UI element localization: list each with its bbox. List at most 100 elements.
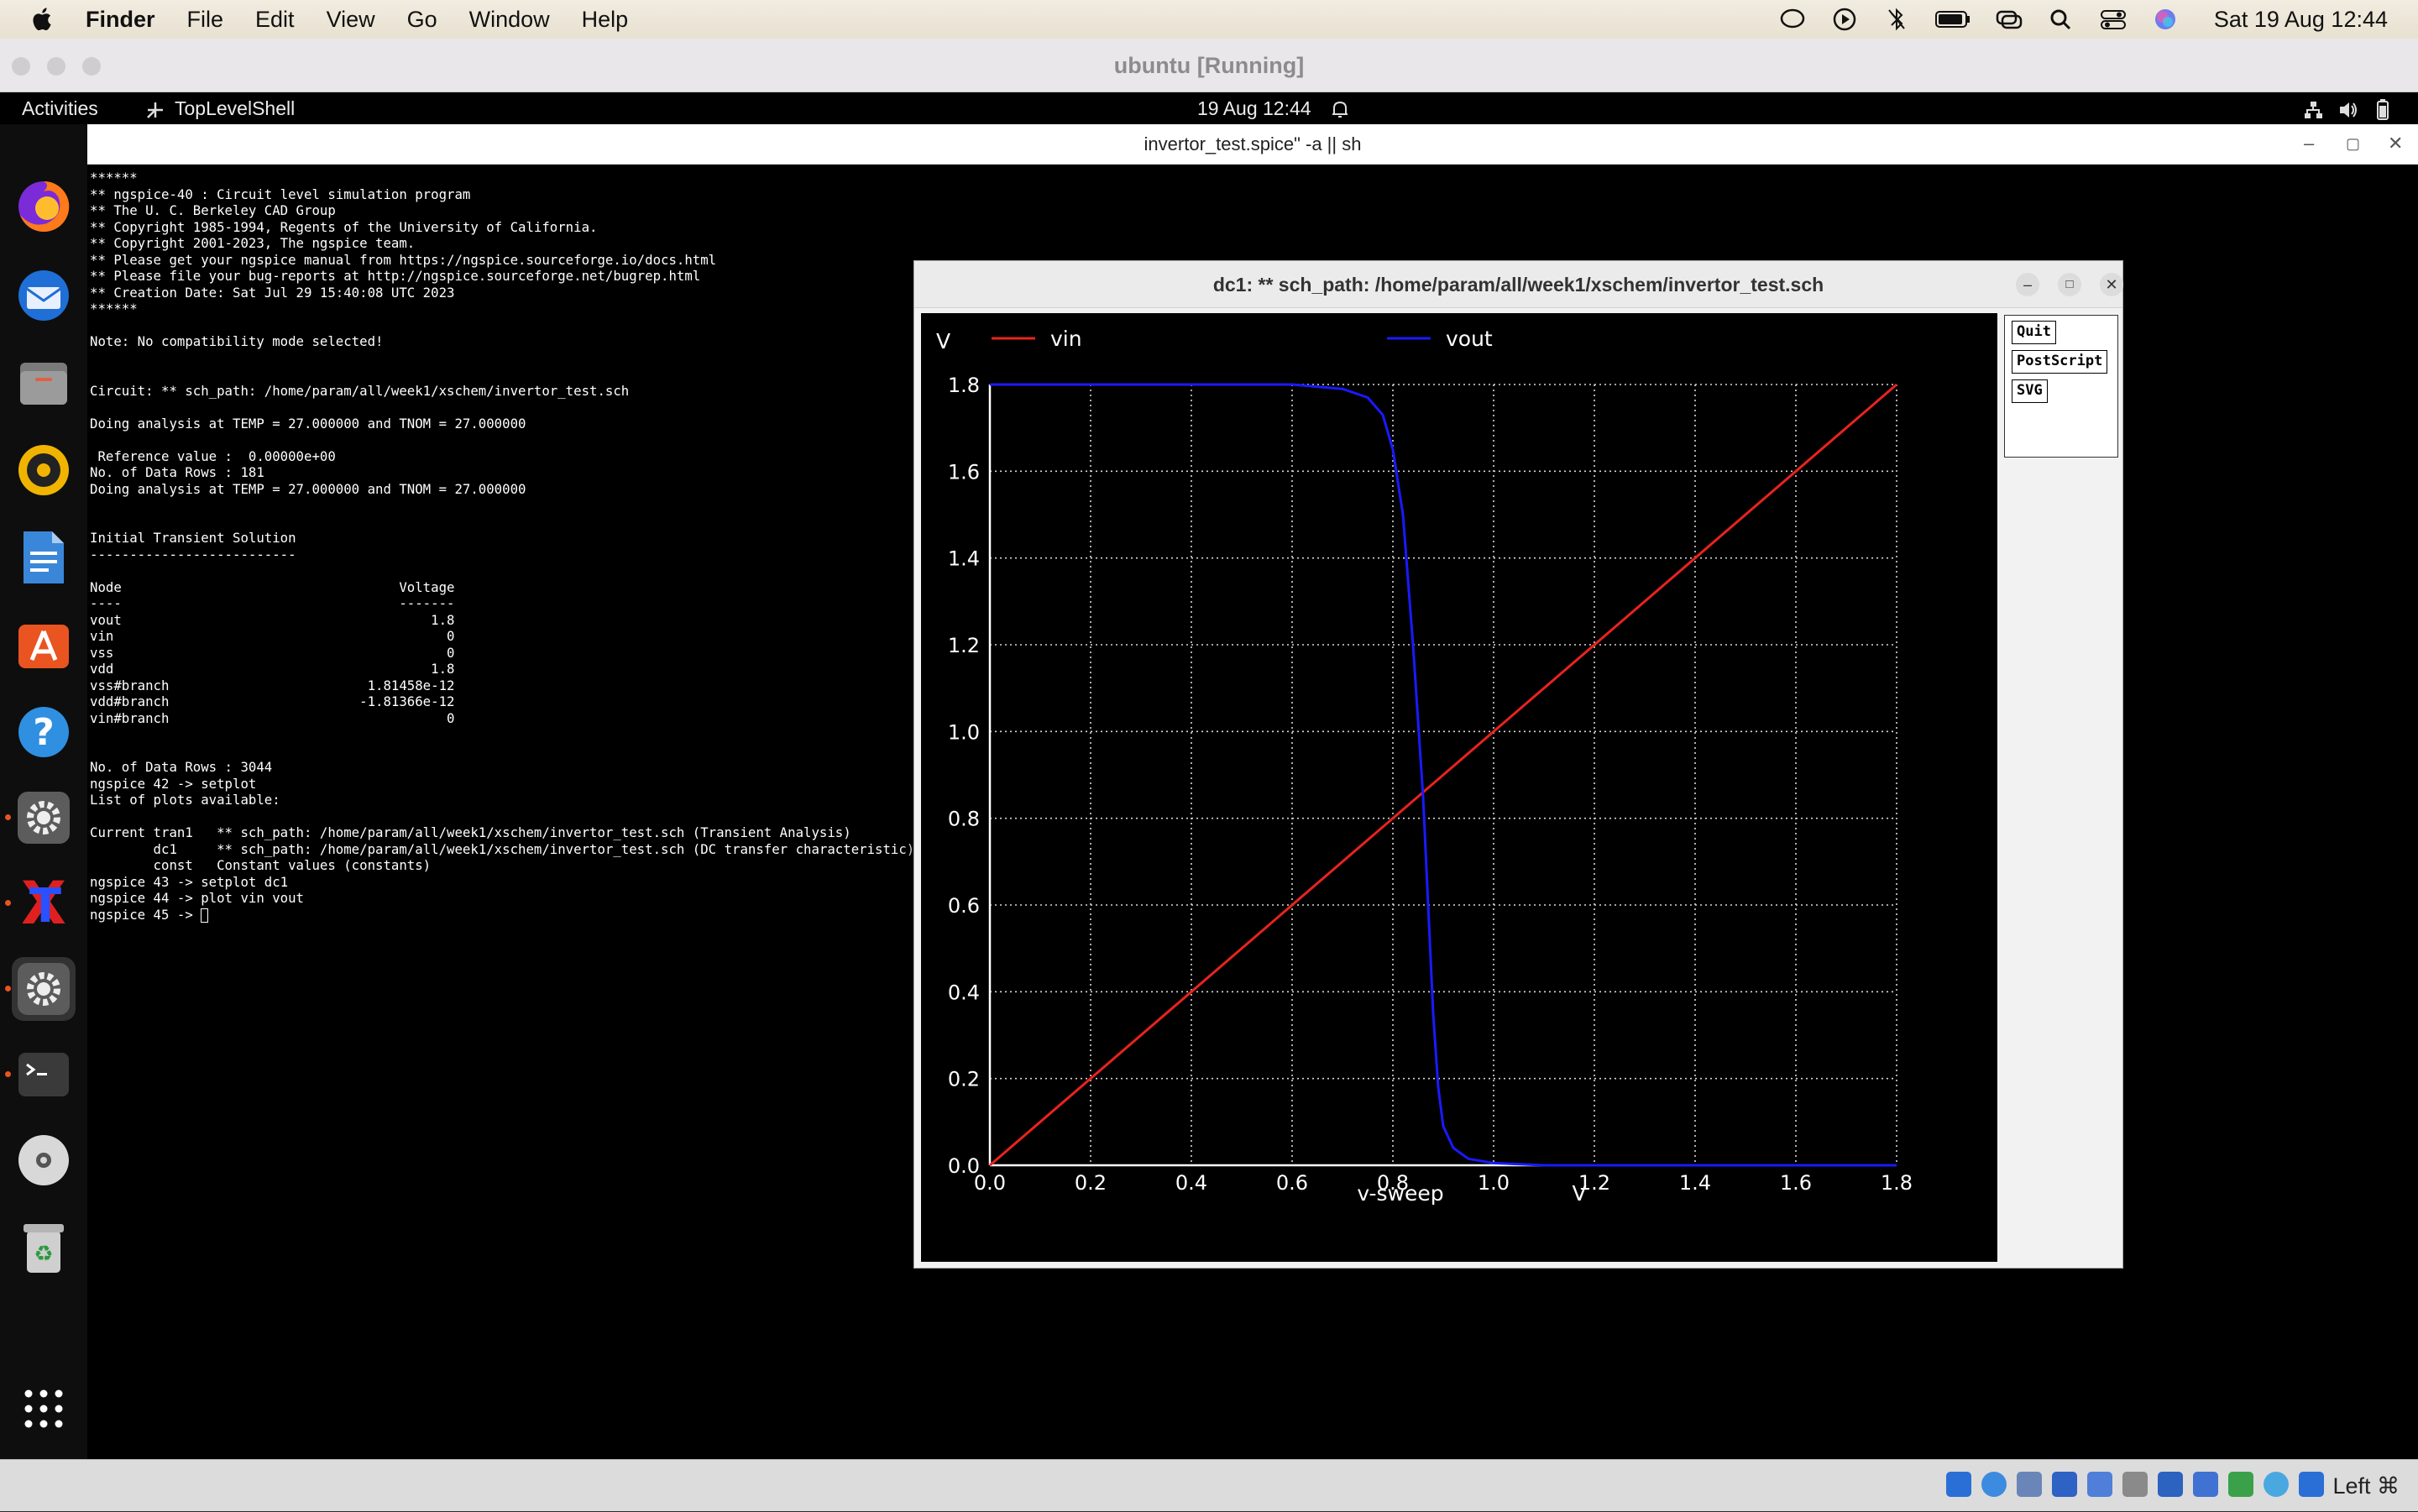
vbox-titlebar[interactable]: ubuntu [Running] — [0, 39, 2418, 92]
keyboard-capture-icon[interactable] — [2299, 1472, 2324, 1497]
app-menu-label[interactable]: TopLevelShell — [175, 92, 295, 124]
menu-file[interactable]: File — [187, 7, 224, 33]
settings-icon[interactable] — [12, 786, 76, 850]
search-icon[interactable] — [2046, 6, 2076, 33]
x-axis-unit: V — [1572, 1181, 1586, 1206]
screen-mirroring-icon[interactable] — [1994, 6, 2024, 33]
x-tick-label: 1.0 — [1478, 1171, 1510, 1195]
postscript-button[interactable]: PostScript — [2012, 350, 2108, 374]
svg-text:T: T — [29, 879, 61, 934]
panel-clock[interactable]: 19 Aug 12:44 — [1197, 92, 1311, 124]
settings-icon-2[interactable] — [12, 957, 76, 1021]
plot-titlebar[interactable]: dc1: ** sch_path: /home/param/all/week1/… — [914, 261, 2123, 308]
apple-menu-icon[interactable] — [29, 5, 57, 34]
activities-button[interactable]: Activities — [22, 92, 98, 124]
usb-icon[interactable] — [2087, 1472, 2112, 1497]
y-tick-label: 1.2 — [948, 634, 980, 657]
app-center-icon[interactable] — [12, 613, 76, 677]
video-capture-icon[interactable] — [2193, 1472, 2218, 1497]
vbox-title: ubuntu [Running] — [1113, 53, 1305, 78]
mouse-integration-icon[interactable] — [2264, 1472, 2289, 1497]
dvd-icon[interactable] — [12, 1128, 76, 1192]
battery-indicator-icon[interactable] — [2374, 92, 2391, 124]
help-icon[interactable]: ? — [12, 700, 76, 764]
y-tick-label: 1.6 — [948, 460, 980, 484]
chat-bubble-icon[interactable] — [1777, 6, 1808, 33]
volume-icon[interactable] — [2337, 92, 2359, 124]
plot-button-panel: Quit PostScript SVG — [2004, 315, 2118, 458]
running-indicator — [5, 900, 11, 906]
writer-icon[interactable] — [12, 526, 76, 589]
svg-text:?: ? — [33, 711, 55, 754]
menu-window[interactable]: Window — [469, 7, 550, 33]
network-icon[interactable] — [2302, 92, 2324, 124]
menu-view[interactable]: View — [327, 7, 375, 33]
terminal-line: const Constant values (constants) — [90, 857, 432, 873]
quit-button[interactable]: Quit — [2012, 321, 2056, 344]
y-tick-label: 1.4 — [948, 547, 980, 571]
ubuntu-dock: ? XT ♻ — [0, 124, 87, 1459]
audio-icon[interactable] — [2017, 1472, 2042, 1497]
legend-label-vout: vout — [1446, 327, 1493, 351]
terminal-line: Doing analysis at TEMP = 27.000000 and T… — [90, 415, 526, 432]
maximize-icon[interactable]: ▢ — [2346, 135, 2360, 153]
running-indicator — [5, 986, 11, 991]
terminal-line: ngspice 43 -> setplot dc1 — [90, 873, 289, 890]
app-menu-icon — [144, 92, 166, 124]
terminal-line: Initial Transient Solution — [90, 530, 296, 546]
x-tick-label: 1.6 — [1780, 1171, 1812, 1195]
maximize-icon[interactable]: □ — [2058, 273, 2081, 296]
cpu-icon[interactable] — [2228, 1472, 2253, 1497]
menu-go[interactable]: Go — [407, 7, 437, 33]
app-grid-icon[interactable] — [12, 1377, 76, 1441]
menubar-clock[interactable]: Sat 19 Aug 12:44 — [2214, 7, 2388, 33]
close-icon[interactable]: ✕ — [2100, 273, 2123, 296]
x-tick-label: 0.4 — [1175, 1171, 1207, 1195]
terminal-line: Doing analysis at TEMP = 27.000000 and T… — [90, 480, 526, 497]
chart: 0.0 0.2 0.4 0.6 0.8 1.0 1.2 1.4 1.6 1.80.00.20.40… — [936, 327, 1913, 1206]
rhythmbox-icon[interactable] — [12, 438, 76, 502]
siri-icon[interactable] — [2150, 6, 2180, 33]
display-icon[interactable] — [2158, 1472, 2183, 1497]
terminal-icon[interactable] — [12, 1043, 76, 1107]
terminal-line: Node Voltage — [90, 578, 455, 595]
terminal-cursor — [201, 908, 209, 923]
minimize-icon[interactable]: – — [2016, 273, 2039, 296]
no-bluetooth-icon[interactable] — [1882, 6, 1912, 33]
firefox-icon[interactable] — [12, 175, 76, 238]
terminal-line: List of plots available: — [90, 792, 280, 808]
minimize-icon[interactable]: – — [2304, 133, 2314, 154]
x-axis-label: v-sweep — [1357, 1181, 1443, 1206]
menu-edit[interactable]: Edit — [255, 7, 295, 33]
plot-canvas[interactable]: 0.0 0.2 0.4 0.6 0.8 1.0 1.2 1.4 1.6 1.8 0.0 0.2 0.4 0… — [921, 313, 1997, 1262]
shared-folders-icon[interactable] — [2122, 1472, 2148, 1497]
battery-icon[interactable] — [1934, 6, 1972, 33]
terminal-line: dc1 ** sch_path: /home/param/all/week1/x… — [90, 840, 915, 857]
hard-disk-icon[interactable] — [1946, 1472, 1971, 1497]
terminal-line: Reference value : 0.00000e+00 — [90, 447, 336, 464]
files-icon[interactable] — [12, 351, 76, 415]
optical-drive-icon[interactable] — [1981, 1472, 2007, 1497]
close-icon[interactable]: ✕ — [2388, 133, 2403, 154]
terminal-output[interactable]: ****** ** ngspice-40 : Circuit level sim… — [90, 170, 914, 923]
terminal-line: vss 0 — [90, 644, 455, 661]
y-tick-label: 1.8 — [948, 374, 980, 397]
terminal-header[interactable]: invertor_test.spice" -a || sh – ▢ ✕ — [87, 124, 2418, 165]
trash-icon[interactable]: ♻ — [12, 1216, 76, 1279]
control-center-icon[interactable] — [2098, 6, 2128, 33]
menu-help[interactable]: Help — [582, 7, 629, 33]
xschem-icon[interactable]: XT — [12, 871, 76, 935]
menu-finder[interactable]: Finder — [86, 7, 155, 33]
mac-menubar: Finder File Edit View Go Window Help Sat… — [0, 0, 2418, 39]
network-adapter-icon[interactable] — [2052, 1472, 2077, 1497]
terminal-line: ** ngspice-40 : Circuit level simulation… — [90, 186, 471, 202]
play-icon[interactable] — [1829, 6, 1860, 33]
terminal-line: Note: No compatibility mode selected! — [90, 333, 384, 349]
terminal-line: vdd 1.8 — [90, 661, 455, 677]
thunderbird-icon[interactable] — [12, 264, 76, 327]
terminal-line: ** Creation Date: Sat Jul 29 15:40:08 UT… — [90, 284, 455, 301]
terminal-line: Circuit: ** sch_path: /home/param/all/we… — [90, 382, 630, 399]
y-axis-label: V — [936, 329, 950, 353]
svg-button[interactable]: SVG — [2012, 379, 2048, 403]
terminal-line: ** Copyright 1985-1994, Regents of the U… — [90, 218, 598, 235]
